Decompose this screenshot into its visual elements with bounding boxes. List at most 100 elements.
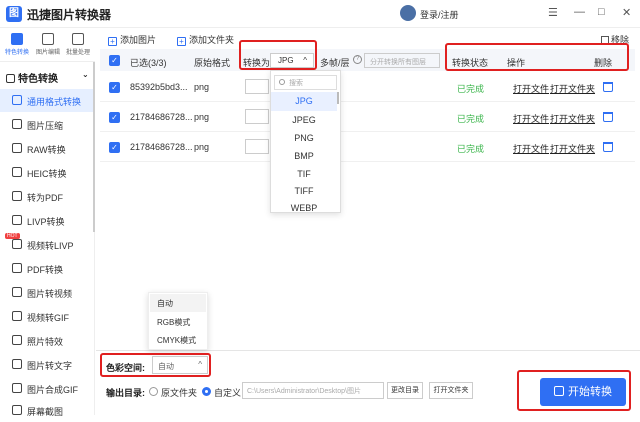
add-image-button[interactable]: + 添加图片	[108, 33, 156, 46]
add-folder-button[interactable]: + 添加文件夹	[177, 33, 234, 46]
status-badge: 已完成	[457, 144, 485, 154]
col-original-format: 原始格式	[194, 58, 231, 68]
close-button[interactable]: ✕	[622, 6, 631, 19]
open-folder-button[interactable]: 打开文件夹	[429, 382, 473, 399]
sidebar-item-heic[interactable]: HEIC转换	[0, 161, 93, 184]
selected-count: 已选(3/3)	[130, 58, 167, 68]
radio-custom-label: 自定义	[214, 388, 242, 398]
sidebar-item-general-convert[interactable]: 通用格式转换	[0, 89, 93, 112]
color-space-option-auto[interactable]: 自动	[150, 294, 206, 312]
video-icon	[12, 239, 22, 249]
dropdown-scrollbar[interactable]	[337, 92, 339, 104]
radio-custom[interactable]	[202, 387, 211, 396]
trash-icon[interactable]	[603, 142, 613, 152]
avatar[interactable]	[400, 5, 416, 21]
sidebar-item-gif-merge[interactable]: 图片合成GIF	[0, 377, 93, 400]
open-file-link[interactable]: 打开文件	[513, 112, 549, 125]
convert-icon	[12, 95, 22, 105]
search-icon	[279, 79, 285, 85]
text-icon	[12, 359, 22, 369]
open-folder-link[interactable]: 打开文件夹	[550, 142, 595, 155]
tab-special-convert[interactable]: 特色转换	[2, 33, 32, 56]
format-option-jpg[interactable]: JPG	[271, 92, 337, 111]
status-badge: 已完成	[457, 84, 485, 94]
file-name: 85392b5bd3...	[130, 82, 188, 92]
video-icon	[12, 287, 22, 297]
sidebar-item-image-to-video[interactable]: 图片转视频	[0, 281, 93, 304]
sidebar-item-pdf-convert[interactable]: PDF转换	[0, 257, 93, 280]
minimize-button[interactable]: —	[574, 6, 585, 18]
sidebar-scrollbar[interactable]	[93, 62, 95, 232]
batch-icon	[72, 33, 84, 45]
sidebar-item-image-to-text[interactable]: 图片转文字	[0, 353, 93, 376]
gif-icon	[12, 311, 22, 321]
menu-icon[interactable]: ☰	[548, 6, 558, 19]
color-space-option-rgb[interactable]: RGB模式	[150, 313, 206, 331]
color-space-option-cmyk[interactable]: CMYK模式	[150, 331, 206, 349]
format-option-png[interactable]: PNG	[271, 129, 337, 148]
open-file-link[interactable]: 打开文件	[513, 82, 549, 95]
sidebar-item-livp[interactable]: LIVP转换	[0, 209, 93, 232]
divider	[96, 350, 640, 351]
sidebar-item-raw[interactable]: RAW转换	[0, 137, 93, 160]
radio-source-folder[interactable]	[149, 387, 158, 396]
sidebar-item-screenshot[interactable]: 屏幕截图	[0, 399, 93, 422]
format-option-jpeg[interactable]: JPEG	[271, 111, 337, 130]
gif-icon	[12, 383, 22, 393]
sidebar-section-title[interactable]: 特色转换 ⌄	[6, 70, 89, 85]
sidebar-item-video-to-gif[interactable]: 视频转GIF	[0, 305, 93, 328]
status-badge: 已完成	[457, 114, 485, 124]
output-dir-label: 输出目录:	[106, 388, 145, 398]
app-logo: 图	[6, 6, 22, 22]
open-folder-link[interactable]: 打开文件夹	[550, 82, 595, 95]
row-input[interactable]	[245, 139, 269, 154]
folder-icon: +	[177, 37, 186, 46]
row-input[interactable]	[245, 79, 269, 94]
help-icon[interactable]: ?	[353, 55, 362, 64]
change-dir-button[interactable]: 更改目录	[387, 382, 423, 399]
maximize-button[interactable]: □	[598, 6, 605, 18]
sidebar-item-to-pdf[interactable]: 转为PDF	[0, 185, 93, 208]
radio-source-label: 原文件夹	[161, 388, 198, 398]
row-checkbox[interactable]: ✓	[109, 112, 120, 123]
file-format: png	[194, 112, 210, 122]
open-folder-link[interactable]: 打开文件夹	[550, 112, 595, 125]
output-path-input[interactable]: C:\Users\Administrator\Desktop\图片	[242, 382, 384, 399]
effects-icon	[12, 335, 22, 345]
format-option-webp[interactable]: WEBP	[271, 199, 337, 218]
pdf-icon	[12, 263, 22, 273]
col-multi-frame: 多帧/层	[320, 58, 350, 68]
highlight-status-actions	[445, 43, 629, 71]
convert-icon	[11, 33, 23, 45]
sidebar-item-compress[interactable]: 图片压缩	[0, 113, 93, 136]
app-title: 迅捷图片转换器	[27, 8, 112, 22]
file-format: png	[194, 142, 210, 152]
login-link[interactable]: 登录/注册	[420, 8, 459, 21]
highlight-start-button	[517, 370, 631, 411]
select-all-checkbox[interactable]: ✓	[109, 55, 120, 66]
compress-icon	[12, 119, 22, 129]
add-icon: +	[108, 37, 117, 46]
sidebar-item-photo-effects[interactable]: 照片特效	[0, 329, 93, 352]
trash-icon[interactable]	[603, 82, 613, 92]
heic-icon	[12, 167, 22, 177]
raw-icon	[12, 143, 22, 153]
hot-badge: HOT	[5, 233, 20, 239]
split-layer-select[interactable]: 分开转换所有图层	[364, 53, 440, 68]
chevron-down-icon: ⌄	[82, 70, 89, 79]
file-name: 21784686728...	[130, 112, 193, 122]
format-search-input[interactable]: 搜索	[274, 75, 337, 90]
row-checkbox[interactable]: ✓	[109, 82, 120, 93]
tab-image-edit[interactable]: 图片编辑	[33, 33, 63, 56]
tab-batch[interactable]: 批量处理	[63, 33, 93, 56]
livp-icon	[12, 215, 22, 225]
open-file-link[interactable]: 打开文件	[513, 142, 549, 155]
file-format: png	[194, 82, 210, 92]
pdf-icon	[12, 191, 22, 201]
row-input[interactable]	[245, 109, 269, 124]
trash-icon[interactable]	[603, 112, 613, 122]
file-name: 21784686728...	[130, 142, 193, 152]
image-icon	[42, 33, 54, 45]
format-option-bmp[interactable]: BMP	[271, 147, 337, 166]
row-checkbox[interactable]: ✓	[109, 142, 120, 153]
